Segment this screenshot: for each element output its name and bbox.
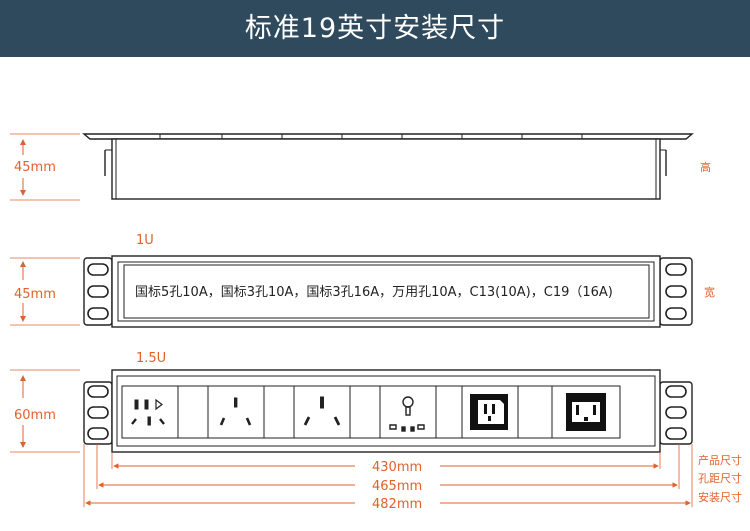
top-height-label: 45mm [14, 160, 56, 175]
1u-height-label: 45mm [14, 287, 56, 302]
install-size-label: 安装尺寸 [698, 490, 742, 504]
dimension-drawing: 45mm 高 1U 45mm 国标5孔10A，国标3孔10A，国标3孔16A，万… [10, 133, 742, 512]
front-view-1u: 1U 45mm 国标5孔10A，国标3孔10A，国标3孔16A，万用孔10A，C… [10, 233, 715, 328]
front-view-15u: 1.5U 60mm [10, 351, 693, 453]
socket-c13-icon [470, 394, 508, 430]
tag-15u: 1.5U [136, 351, 166, 366]
hole-width-label: 465mm [372, 479, 422, 494]
1u-side-label: 宽 [704, 285, 715, 299]
product-width-label: 430mm [372, 460, 422, 475]
width-dimensions: 430mm 465mm 482mm 产品尺寸 孔距尺寸 安装尺寸 [83, 444, 742, 512]
1u-panel-text: 国标5孔10A，国标3孔10A，国标3孔16A，万用孔10A，C13(10A)，… [135, 285, 613, 300]
top-view: 45mm 高 [10, 133, 711, 201]
15u-height-label: 60mm [14, 408, 56, 423]
socket-c19-icon [566, 393, 606, 431]
product-size-label: 产品尺寸 [698, 453, 742, 467]
tag-1u: 1U [136, 233, 154, 248]
install-width-label: 482mm [372, 497, 422, 512]
top-side-label: 高 [700, 160, 711, 174]
hole-size-label: 孔距尺寸 [698, 471, 742, 485]
